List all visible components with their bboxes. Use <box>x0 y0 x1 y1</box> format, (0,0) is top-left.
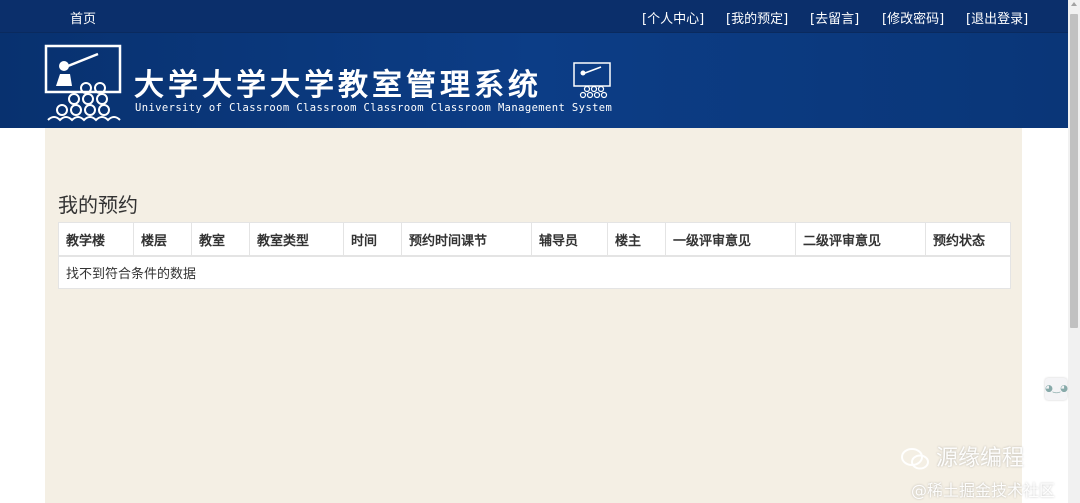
column-header-time[interactable]: 时间 <box>343 223 402 257</box>
nav-personal-center-link[interactable]: [个人中心] <box>642 8 704 27</box>
column-header-classroom-type[interactable]: 教室类型 <box>249 223 344 257</box>
nav-logout-link[interactable]: [退出登录] <box>966 8 1028 27</box>
scroll-thumb[interactable] <box>1070 14 1078 328</box>
empty-table-message: 找不到符合条件的数据 <box>66 267 197 282</box>
vertical-scrollbar[interactable] <box>1068 0 1080 503</box>
page-title: 我的预约 <box>58 193 138 217</box>
column-header-second-review[interactable]: 二级评审意见 <box>795 223 926 257</box>
classroom-small-icon <box>573 62 611 99</box>
nav-home-link[interactable]: 首页 <box>70 8 96 27</box>
classroom-logo-icon <box>44 44 122 122</box>
system-title: 大学大学大学教室管理系统 <box>134 68 542 103</box>
column-header-counselor[interactable]: 辅导员 <box>531 223 608 257</box>
nav-change-password-link[interactable]: [修改密码] <box>882 8 944 27</box>
column-header-reserved-period[interactable]: 预约时间课节 <box>401 223 532 257</box>
nav-leave-message-link[interactable]: [去留言] <box>810 8 859 27</box>
system-subtitle-en: University of Classroom Classroom Classr… <box>135 102 613 114</box>
main-content: 我的预约 教学楼 楼层 教室 教室类型 时间 预约时间课节 辅导员 楼主 一级评… <box>45 128 1022 503</box>
watermark-community-text: @稀土掘金技术社区 <box>911 481 1056 500</box>
column-header-status[interactable]: 预约状态 <box>925 223 1010 257</box>
scroll-up-arrow-icon[interactable] <box>1071 2 1077 6</box>
watermark-author-text: 源缘编程 <box>936 446 1025 471</box>
reservations-table: 教学楼 楼层 教室 教室类型 时间 预约时间课节 辅导员 楼主 一级评审意见 二… <box>58 222 1011 289</box>
table-row: 找不到符合条件的数据 <box>59 256 1010 288</box>
float-widget-icon[interactable]: ◕‿◕ <box>1045 378 1068 400</box>
header-banner: 大学大学大学教室管理系统 University of Classroom Cla… <box>0 33 1068 128</box>
column-header-floor[interactable]: 楼层 <box>133 223 192 257</box>
column-header-first-review[interactable]: 一级评审意见 <box>665 223 796 257</box>
watermark-author: 源缘编程 <box>900 440 1024 472</box>
column-header-classroom[interactable]: 教室 <box>191 223 250 257</box>
column-header-building[interactable]: 教学楼 <box>59 223 134 257</box>
wechat-icon <box>901 448 929 470</box>
nav-my-reservations-link[interactable]: [我的预定] <box>726 8 788 27</box>
column-header-building-owner[interactable]: 楼主 <box>607 223 666 257</box>
top-navigation-bar: 首页 [个人中心] [我的预定] [去留言] [修改密码] [退出登录] <box>0 0 1068 33</box>
table-header-row: 教学楼 楼层 教室 教室类型 时间 预约时间课节 辅导员 楼主 一级评审意见 二… <box>59 223 1010 257</box>
